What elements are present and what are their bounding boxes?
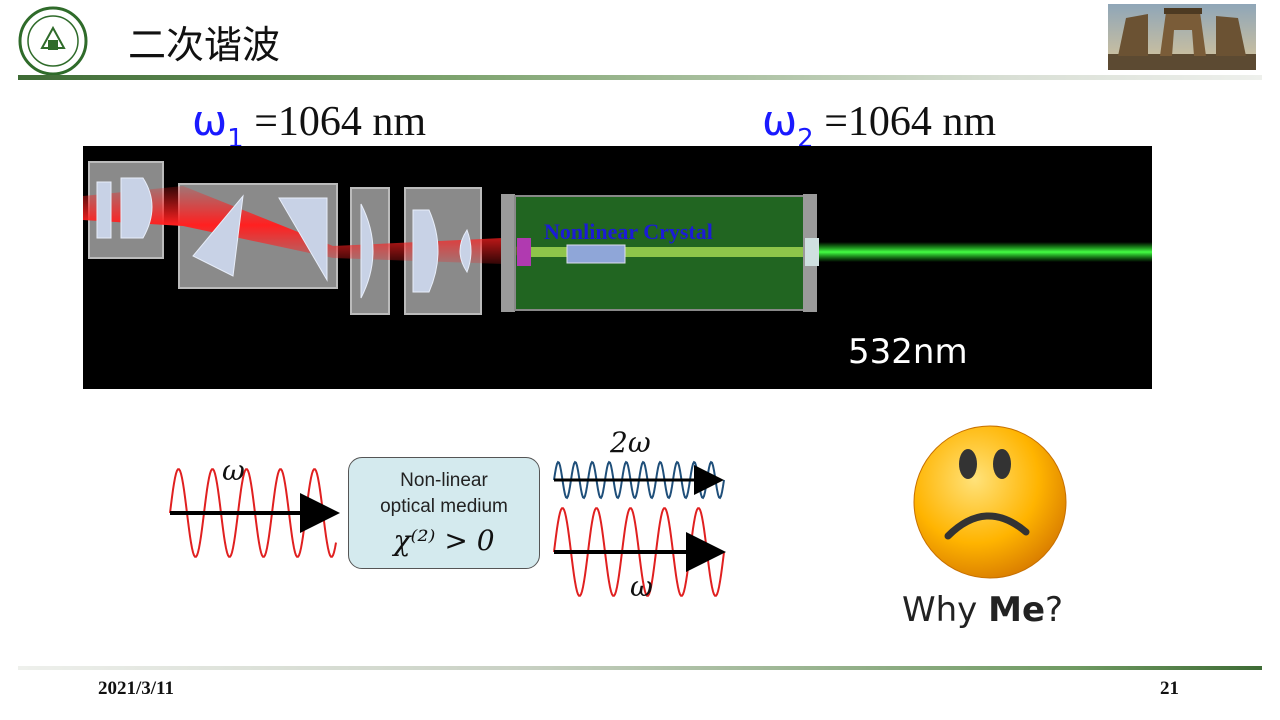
medium-label-line1: Non-linear bbox=[400, 470, 488, 491]
second-harmonic-label: 2ω bbox=[610, 426, 651, 459]
page-number: 21 bbox=[1160, 678, 1179, 699]
why-me-text: Why Me? bbox=[902, 590, 1063, 630]
why-bold: Me bbox=[988, 590, 1046, 630]
university-seal-icon bbox=[18, 6, 88, 76]
output-wavelength-label: 532nm bbox=[848, 332, 968, 372]
nonlinear-medium-box: Non-linear optical medium χ⁽²⁾ > 0 bbox=[348, 457, 540, 569]
header-divider bbox=[18, 75, 1262, 80]
cavity-mirror-left bbox=[501, 194, 515, 312]
input-coupler bbox=[517, 238, 531, 266]
crystal-label: Nonlinear Crystal bbox=[544, 219, 713, 244]
why-me-graphic: Why Me? bbox=[898, 420, 1098, 640]
nonlinear-crystal bbox=[566, 244, 626, 264]
green-output-beam bbox=[819, 242, 1152, 262]
lens-element bbox=[120, 177, 153, 239]
shg-diagram: ω Non-linear optical medium χ⁽²⁾ > 0 2ω … bbox=[160, 420, 740, 610]
campus-gate-photo bbox=[1108, 4, 1256, 70]
omega1-symbol: ω bbox=[192, 96, 228, 145]
chi-expression: χ⁽²⁾ > 0 bbox=[393, 524, 495, 557]
omega2-symbol: ω bbox=[762, 96, 798, 145]
output-coupler bbox=[805, 238, 819, 266]
laser-optics-illustration bbox=[83, 161, 1152, 315]
lens-element bbox=[96, 181, 112, 239]
omega1-value: =1064 nm bbox=[254, 99, 427, 145]
omega2-value: =1064 nm bbox=[824, 99, 997, 145]
omega1-label: ω1 =1064 nm bbox=[192, 96, 427, 154]
output-omega-label: ω bbox=[630, 570, 653, 603]
input-omega-label: ω bbox=[222, 454, 245, 487]
laser-setup-figure: Nonlinear Crystal 532nm bbox=[83, 146, 1152, 389]
sad-face-icon bbox=[913, 425, 1067, 579]
page-title: 二次谐波 bbox=[128, 23, 281, 67]
footer-divider bbox=[18, 666, 1262, 670]
footer-date: 2021/3/11 bbox=[98, 678, 175, 699]
medium-label-line2: optical medium bbox=[380, 496, 508, 517]
why-prefix: Why bbox=[902, 590, 989, 630]
omega2-label: ω2 =1064 nm bbox=[762, 96, 997, 154]
why-suffix: ? bbox=[1045, 590, 1064, 630]
